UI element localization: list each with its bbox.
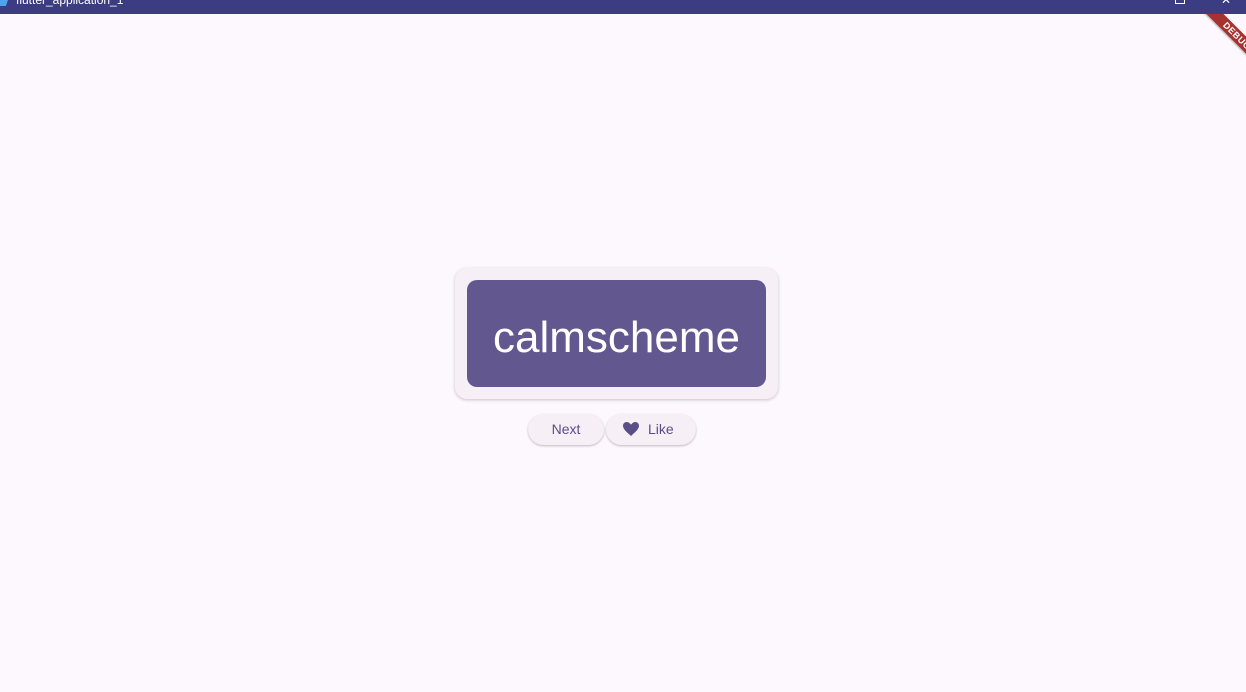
debug-banner: DEBUG — [1190, 14, 1246, 70]
word-pair-text: calmscheme — [493, 312, 740, 362]
debug-banner-label: DEBUG — [1200, 14, 1246, 70]
word-card: calmscheme — [455, 268, 778, 399]
window-titlebar: flutter_application_1 ✕ — [0, 0, 1246, 14]
heart-icon — [623, 422, 639, 436]
maximize-button[interactable] — [1166, 0, 1194, 8]
like-button[interactable]: Like — [606, 414, 696, 445]
maximize-icon — [1175, 0, 1185, 4]
word-pair-box: calmscheme — [467, 280, 766, 387]
window-title: flutter_application_1 — [16, 0, 124, 7]
close-icon: ✕ — [1220, 0, 1232, 7]
flutter-app-icon — [0, 0, 11, 6]
next-button[interactable]: Next — [528, 414, 604, 445]
close-button[interactable]: ✕ — [1212, 0, 1240, 8]
next-button-label: Next — [551, 421, 581, 437]
like-button-label: Like — [648, 421, 674, 437]
